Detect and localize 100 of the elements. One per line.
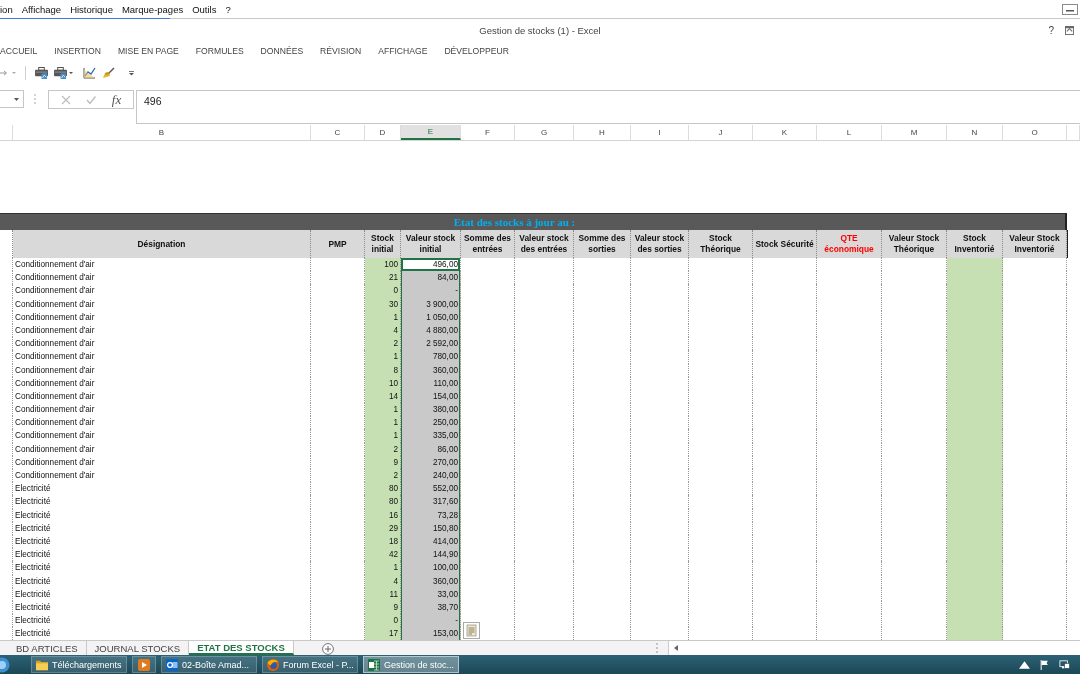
customize-toolbar-icon[interactable] [129, 70, 134, 76]
column-heading: Valeur Stock Inventorié [1003, 230, 1067, 258]
table-cell: Electricité [13, 495, 311, 509]
column-heading: Valeur stock des sorties [631, 230, 689, 258]
ribbon-tab[interactable]: RÉVISION [320, 46, 362, 56]
ribbon-tab[interactable]: MISE EN PAGE [117, 46, 179, 56]
column-heading: Stock Inventorié [947, 230, 1003, 258]
table-cell: 153,00 [401, 627, 461, 641]
column-heading: Désignation [13, 230, 311, 258]
table-cell: 80 [365, 495, 401, 509]
column-header[interactable]: N [947, 125, 1003, 140]
table-cell: 84,00 [401, 271, 461, 285]
column-header[interactable]: B [13, 125, 311, 140]
table-cell: Conditionnement d'air [13, 258, 311, 272]
column-heading: PMP [311, 230, 365, 258]
column-heading: Stock Théorique [689, 230, 753, 258]
sheet-title: Etat des stocks à jour au : [0, 213, 1067, 230]
table-cell: Conditionnement d'air [13, 403, 311, 417]
monitor-icon[interactable] [1059, 659, 1070, 670]
table-cell: 0 [365, 614, 401, 628]
table-cell: 21 [365, 271, 401, 285]
ribbon-tab[interactable]: ACCUEIL [0, 46, 38, 56]
table-cell: Conditionnement d'air [13, 416, 311, 430]
taskbar-button[interactable] [132, 656, 156, 674]
table-cell: 380,00 [401, 403, 461, 417]
ribbon-tab[interactable]: INSERTION [54, 46, 101, 56]
table-cell: 1 [365, 350, 401, 364]
table-cell: Electricité [13, 534, 311, 549]
ribbon-tab[interactable]: DÉVELOPPEUR [444, 46, 509, 56]
ribbon-tab[interactable]: DONNÉES [260, 46, 304, 56]
taskbar-button[interactable]: Gestion de stoc... [363, 656, 459, 674]
table-cell: Conditionnement d'air [13, 284, 311, 298]
start-icon[interactable] [0, 656, 10, 673]
table-cell: Electricité [13, 548, 311, 562]
table-cell: 100,00 [401, 561, 461, 575]
column-heading: Somme des entrées [461, 230, 515, 258]
formula-field[interactable]: 496 [136, 90, 1080, 124]
column-header[interactable]: K [753, 125, 817, 140]
paintbrush-icon[interactable] [102, 67, 115, 79]
column-header[interactable]: I [631, 125, 689, 140]
caret-icon[interactable] [14, 97, 19, 101]
table-cell: Electricité [13, 482, 311, 496]
insert-function-button[interactable]: fx [111, 93, 122, 106]
table-cell: Conditionnement d'air [13, 429, 311, 443]
caret-up-icon[interactable] [1019, 659, 1030, 670]
ribbon-tab[interactable]: FORMULES [195, 46, 244, 56]
column-header[interactable]: H [574, 125, 631, 140]
menu-item[interactable]: Affichage [21, 3, 62, 15]
menu-item[interactable]: ion [0, 3, 13, 15]
horizontal-scrollbar[interactable] [668, 641, 1080, 656]
help-button[interactable]: ? [1048, 25, 1054, 36]
taskbar-button[interactable]: 02-Boîte Amad... [161, 656, 257, 674]
table-cell: 1 [365, 416, 401, 430]
table-cell: 2 [365, 337, 401, 351]
column-header[interactable]: C [311, 125, 365, 140]
taskbar-button[interactable]: Téléchargements [31, 656, 127, 674]
table-cell: Electricité [13, 574, 311, 588]
add-sheet-icon[interactable] [321, 642, 334, 655]
browser-icon [267, 658, 279, 671]
table-cell: 42 [365, 548, 401, 562]
table-cell: Conditionnement d'air [13, 297, 311, 311]
table-cell: Conditionnement d'air [13, 323, 311, 338]
column-header[interactable]: L [817, 125, 882, 140]
menu-item[interactable]: Marque-pages [121, 3, 184, 15]
column-header[interactable]: O [1003, 125, 1067, 140]
table-cell: Electricité [13, 587, 311, 601]
scroll-left-icon[interactable] [674, 645, 678, 652]
flag-icon[interactable] [1039, 659, 1050, 670]
table-cell: Conditionnement d'air [13, 376, 311, 390]
redo-icon[interactable] [0, 70, 8, 76]
toolbox-icon[interactable] [35, 67, 48, 79]
menu-item[interactable]: Historique [70, 3, 113, 15]
sheet-tab[interactable]: ETAT DES STOCKS [189, 641, 294, 656]
minimize-icon[interactable] [1062, 3, 1078, 15]
checkmark-icon[interactable] [86, 94, 97, 105]
table-cell: 552,00 [401, 482, 461, 496]
menu-item[interactable]: Outils [192, 3, 217, 15]
table-cell: Electricité [13, 521, 311, 535]
table-cell: Conditionnement d'air [13, 469, 311, 483]
table-cell: 496,00 [401, 258, 461, 272]
column-header[interactable]: M [882, 125, 947, 140]
chart-ruler-icon[interactable] [83, 67, 96, 79]
toolbox-icon[interactable] [54, 67, 67, 79]
caret-icon[interactable] [69, 72, 73, 74]
column-heading: Valeur Stock Théorique [882, 230, 947, 258]
table-cell: 250,00 [401, 416, 461, 430]
table-cell: - [401, 284, 461, 298]
menu-item[interactable]: ? [225, 3, 231, 15]
column-header[interactable]: J [689, 125, 753, 140]
column-heading: Valeur stock initial [401, 230, 461, 258]
column-heading: Somme des sorties [574, 230, 631, 258]
taskbar-button[interactable]: Forum Excel - P... [262, 656, 358, 674]
folder-icon [36, 658, 48, 671]
table-cell: 144,90 [401, 548, 461, 562]
column-header[interactable]: G [515, 125, 574, 140]
column-header[interactable]: E [401, 125, 461, 140]
table-cell: Conditionnement d'air [13, 389, 311, 404]
column-header[interactable]: F [461, 125, 515, 140]
ribbon-display-icon[interactable] [1065, 26, 1074, 35]
ribbon-tab[interactable]: AFFICHAGE [378, 46, 428, 56]
